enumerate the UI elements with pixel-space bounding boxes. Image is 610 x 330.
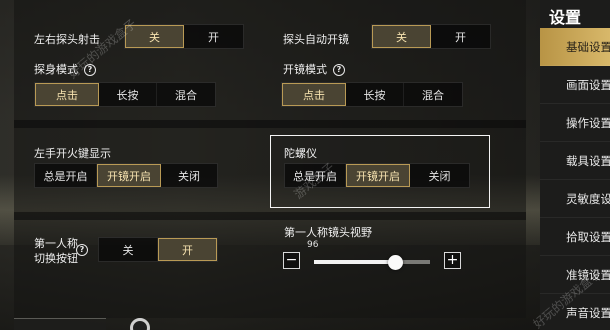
nav-item[interactable]: 拾取设置 (540, 218, 610, 256)
gyro-always-option[interactable]: 总是开启 (285, 164, 346, 187)
fpp-fov-value: 96 (307, 240, 319, 250)
fpp-fov-slider: − + (283, 252, 463, 272)
nav-item[interactable]: 载具设置 (540, 142, 610, 180)
lean-fire-toggle: 关 开 (124, 24, 244, 49)
slider-track[interactable] (314, 260, 430, 264)
gyro-label: 陀螺仪 (284, 147, 317, 160)
peek-mode-tap-option[interactable]: 点击 (35, 83, 99, 106)
fpp-switch-label-line2: 切换按钮 (34, 252, 78, 265)
lean-fire-label: 左右探头射击 (34, 33, 100, 46)
fpp-switch-label-line1: 第一人称 (34, 237, 78, 250)
auto-scope-peek-label: 探头自动开镜 (283, 33, 349, 46)
slider-fill (314, 260, 396, 264)
auto-scope-peek-on-option[interactable]: 开 (431, 25, 490, 48)
gyro-selector: 总是开启 开镜开启 关闭 (284, 163, 470, 188)
section-divider (14, 120, 526, 128)
fpp-switch-off-option[interactable]: 关 (99, 238, 158, 261)
scope-mode-label-wrap: 开镜模式? (283, 61, 345, 77)
left-fire-label: 左手开火键显示 (34, 147, 111, 160)
fpp-switch-on-option[interactable]: 开 (158, 238, 217, 261)
scope-mode-hold-option[interactable]: 长按 (346, 83, 404, 106)
plus-icon[interactable]: + (444, 252, 461, 269)
help-icon[interactable]: ? (84, 64, 96, 76)
gyro-off-option[interactable]: 关闭 (410, 164, 469, 187)
peek-mode-label-wrap: 探身模式? (34, 61, 96, 77)
nav-item[interactable]: 操作设置 (540, 104, 610, 142)
peek-mode-selector: 点击 长按 混合 (34, 82, 216, 107)
nav-item[interactable]: 准镜设置 (540, 256, 610, 294)
left-fire-selector: 总是开启 开镜开启 关闭 (34, 163, 218, 188)
help-icon[interactable]: ? (76, 244, 88, 256)
left-fire-always-option[interactable]: 总是开启 (35, 164, 97, 187)
slider-knob[interactable] (388, 255, 404, 270)
peek-mode-mixed-option[interactable]: 混合 (157, 83, 215, 106)
nav-item[interactable]: 画面设置 (540, 66, 610, 104)
auto-scope-peek-off-option[interactable]: 关 (372, 25, 431, 48)
scope-mode-tap-option[interactable]: 点击 (282, 83, 346, 106)
minus-icon[interactable]: − (283, 252, 300, 269)
scope-mode-mixed-option[interactable]: 混合 (404, 83, 462, 106)
gyro-scoped-option[interactable]: 开镜开启 (346, 164, 410, 187)
left-fire-off-option[interactable]: 关闭 (161, 164, 217, 187)
fpp-fov-label: 第一人称镜头视野 (284, 226, 372, 239)
nav-item[interactable]: 基础设置 (540, 28, 610, 66)
lean-fire-off-option[interactable]: 关 (125, 25, 184, 48)
peek-mode-hold-option[interactable]: 长按 (99, 83, 157, 106)
nav-item[interactable]: 声音设置 (540, 294, 610, 330)
peek-mode-label: 探身模式 (34, 63, 78, 76)
fpp-switch-label-wrap: 第一人称 切换按钮 (34, 236, 78, 266)
auto-scope-peek-toggle: 关 开 (371, 24, 491, 49)
lean-fire-on-option[interactable]: 开 (184, 25, 243, 48)
nav-title: 设置 (549, 8, 582, 27)
nav-item[interactable]: 灵敏度设置 (540, 180, 610, 218)
section-divider (14, 212, 526, 220)
scope-mode-label: 开镜模式 (283, 63, 327, 76)
left-fire-scoped-option[interactable]: 开镜开启 (97, 164, 161, 187)
bottom-button-partial[interactable] (14, 318, 106, 330)
help-icon[interactable]: ? (333, 64, 345, 76)
scope-mode-selector: 点击 长按 混合 (281, 82, 463, 107)
fpp-switch-toggle: 关 开 (98, 237, 218, 262)
